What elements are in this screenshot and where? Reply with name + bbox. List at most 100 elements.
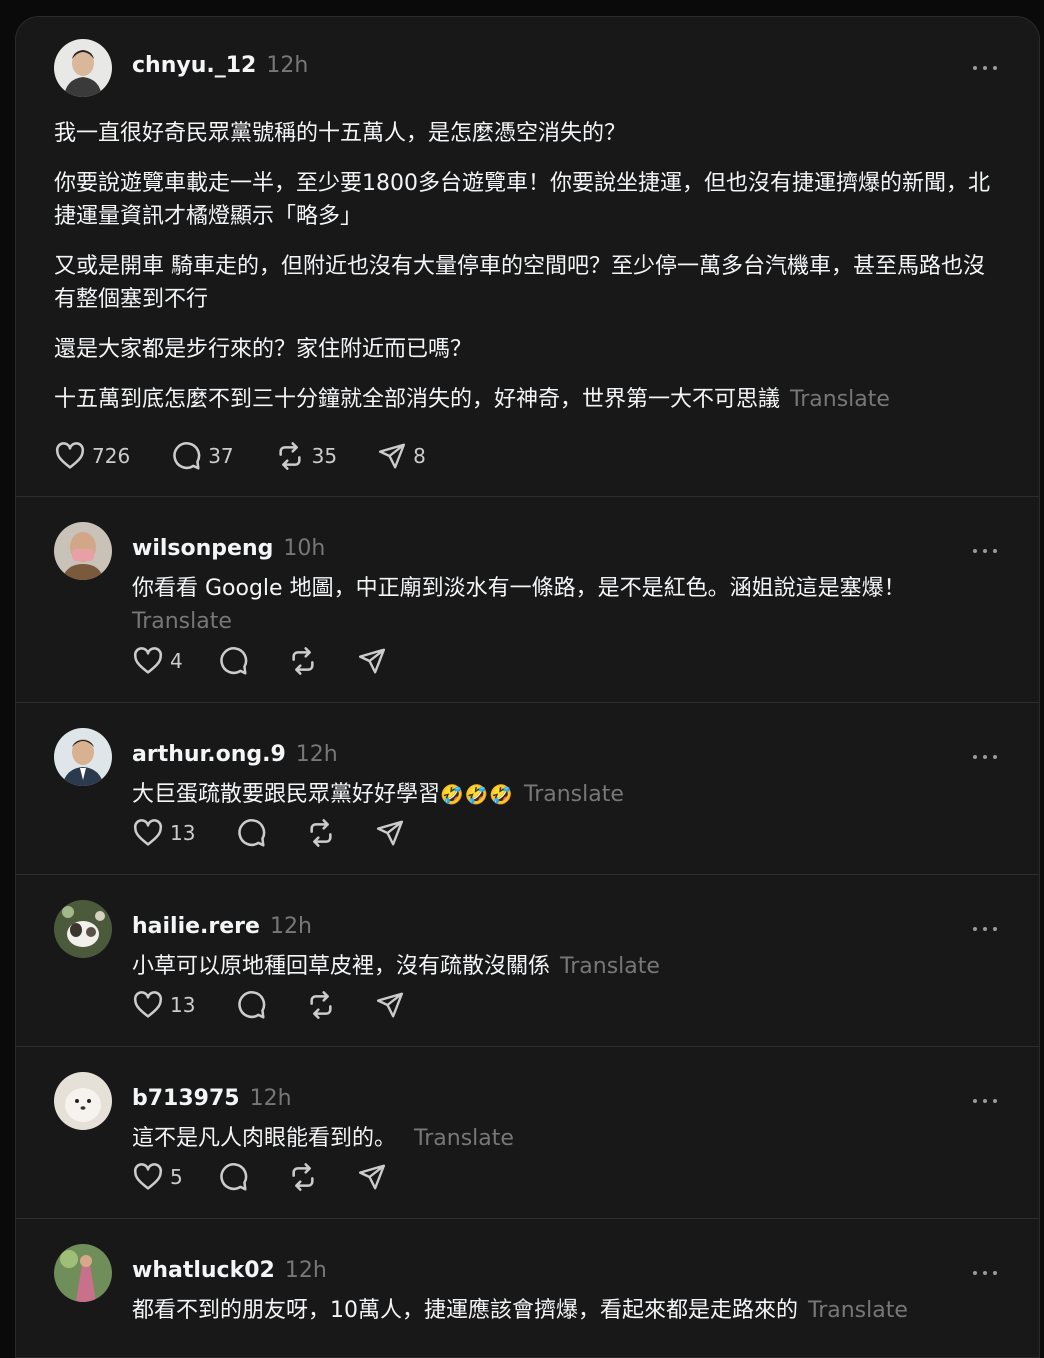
repost-icon xyxy=(305,989,337,1021)
translate-link[interactable]: Translate xyxy=(524,782,624,807)
like-count: 13 xyxy=(170,993,196,1017)
reply-icon xyxy=(217,1161,249,1193)
repost-icon xyxy=(287,1161,319,1193)
reply-button[interactable] xyxy=(235,817,267,849)
post-body: 都看不到的朋友呀，10萬人，捷運應該會擠爆，看起來都是走路來的 Translate xyxy=(132,1298,908,1323)
emoji: 🤣🤣🤣 xyxy=(440,784,514,806)
main-post: chnyu._12 12h 我一直很好奇民眾黨號稱的十五萬人，是怎麼憑空消失的？ … xyxy=(16,17,1039,497)
action-bar: 13 xyxy=(132,988,445,1022)
username[interactable]: whatluck02 12h xyxy=(132,1258,327,1283)
translate-link[interactable]: Translate xyxy=(560,954,660,979)
translate-link[interactable]: Translate xyxy=(808,1298,908,1323)
reply-icon xyxy=(170,440,202,472)
reply-post: b713975 12h 這不是凡人肉眼能看到的。 Translate 5 xyxy=(16,1046,1039,1219)
username[interactable]: b713975 12h xyxy=(132,1086,292,1111)
username[interactable]: wilsonpeng 10h xyxy=(132,536,325,561)
post-time: 12h xyxy=(284,1258,327,1283)
username[interactable]: hailie.rere 12h xyxy=(132,914,312,939)
reply-post: whatluck02 12h 都看不到的朋友呀，10萬人，捷運應該會擠爆，看起來都… xyxy=(16,1218,1039,1357)
post-body: 小草可以原地種回草皮裡，沒有疏散沒關係 Translate xyxy=(132,954,660,979)
reply-button[interactable] xyxy=(217,1161,249,1193)
post-time: 12h xyxy=(295,742,338,767)
share-button[interactable]: 8 xyxy=(377,441,426,471)
reply-post: arthur.ong.9 12h 大巨蛋疏散要跟民眾黨好好學習🤣🤣🤣 Transla… xyxy=(16,702,1039,875)
post-time: 10h xyxy=(283,536,326,561)
more-icon[interactable] xyxy=(973,926,997,932)
share-icon xyxy=(375,818,405,848)
heart-icon xyxy=(132,817,164,849)
post-paragraph: 十五萬到底怎麼不到三十分鐘就全部消失的，好神奇，世界第一大不可思議 Transla… xyxy=(54,387,890,412)
translate-link[interactable]: Translate xyxy=(790,387,890,412)
share-button[interactable] xyxy=(357,1162,387,1192)
like-button[interactable]: 5 xyxy=(132,1161,183,1193)
reply-count: 37 xyxy=(208,444,234,468)
post-paragraph: 又或是開車 騎車走的，但附近也沒有大量停車的空間吧？至少停一萬多台汽機車，甚至馬… xyxy=(54,254,985,312)
post-body: 我一直很好奇民眾黨號稱的十五萬人，是怎麼憑空消失的？ 你要說遊覽車載走一半，至少… xyxy=(54,117,1004,433)
reply-post: wilsonpeng 10h 你看看 Google 地圖，中正廟到淡水有一條路，是… xyxy=(16,496,1039,703)
reply-post: hailie.rere 12h 小草可以原地種回草皮裡，沒有疏散沒關係 Transl… xyxy=(16,874,1039,1047)
more-icon[interactable] xyxy=(973,65,997,71)
post-time: 12h xyxy=(249,1086,292,1111)
share-button[interactable] xyxy=(357,646,387,676)
translate-link[interactable]: Translate xyxy=(414,1126,514,1151)
repost-icon xyxy=(287,645,319,677)
reply-icon xyxy=(235,817,267,849)
post-time: 12h xyxy=(269,914,312,939)
share-icon xyxy=(377,441,407,471)
like-button[interactable]: 726 xyxy=(54,440,130,472)
heart-icon xyxy=(132,989,164,1021)
repost-icon xyxy=(305,817,337,849)
avatar[interactable] xyxy=(54,522,112,580)
like-count: 5 xyxy=(170,1165,183,1189)
reply-button[interactable] xyxy=(217,645,249,677)
post-body: 大巨蛋疏散要跟民眾黨好好學習🤣🤣🤣 Translate xyxy=(132,782,624,807)
post-paragraph: 還是大家都是步行來的？家住附近而已嗎？ xyxy=(54,337,473,362)
repost-button[interactable] xyxy=(305,817,337,849)
like-button[interactable]: 4 xyxy=(132,645,183,677)
avatar[interactable] xyxy=(54,900,112,958)
repost-button[interactable] xyxy=(287,1161,319,1193)
reply-button[interactable] xyxy=(235,989,267,1021)
reply-button[interactable]: 37 xyxy=(170,440,234,472)
post-paragraph: 你要說遊覽車載走一半，至少要1800多台遊覽車！你要說坐捷運，但也沒有捷運擠爆的… xyxy=(54,171,990,229)
share-icon xyxy=(357,1162,387,1192)
post-body: 這不是凡人肉眼能看到的。 Translate xyxy=(132,1126,514,1151)
avatar[interactable] xyxy=(54,39,112,97)
share-button[interactable] xyxy=(375,818,405,848)
more-icon[interactable] xyxy=(973,1098,997,1104)
action-bar: 726 37 35 8 xyxy=(54,439,466,473)
share-icon xyxy=(357,646,387,676)
reply-icon xyxy=(235,989,267,1021)
username[interactable]: arthur.ong.9 12h xyxy=(132,742,338,767)
thread-feed: chnyu._12 12h 我一直很好奇民眾黨號稱的十五萬人，是怎麼憑空消失的？ … xyxy=(15,16,1040,1358)
repost-button[interactable] xyxy=(287,645,319,677)
repost-button[interactable] xyxy=(305,989,337,1021)
like-count: 13 xyxy=(170,821,196,845)
like-button[interactable]: 13 xyxy=(132,817,195,849)
heart-icon xyxy=(132,1161,164,1193)
repost-count: 35 xyxy=(311,444,338,468)
share-icon xyxy=(375,990,405,1020)
like-button[interactable]: 13 xyxy=(132,989,195,1021)
post-paragraph: 我一直很好奇民眾黨號稱的十五萬人，是怎麼憑空消失的？ xyxy=(54,121,627,146)
post-time: 12h xyxy=(266,53,309,78)
avatar[interactable] xyxy=(54,1244,112,1302)
avatar[interactable] xyxy=(54,1072,112,1130)
reply-icon xyxy=(217,645,249,677)
translate-link[interactable]: Translate xyxy=(132,609,232,634)
share-button[interactable] xyxy=(375,990,405,1020)
heart-icon xyxy=(54,440,86,472)
heart-icon xyxy=(132,645,164,677)
more-icon[interactable] xyxy=(973,1270,997,1276)
action-bar: 5 xyxy=(132,1160,427,1194)
repost-button[interactable]: 35 xyxy=(274,440,337,472)
username[interactable]: chnyu._12 12h xyxy=(132,53,308,78)
more-icon[interactable] xyxy=(973,754,997,760)
like-count: 4 xyxy=(170,649,183,673)
avatar[interactable] xyxy=(54,728,112,786)
more-icon[interactable] xyxy=(973,548,997,554)
share-count: 8 xyxy=(413,444,426,468)
post-body: 你看看 Google 地圖，中正廟到淡水有一條路，是不是紅色。涵姐說這是塞爆！ T… xyxy=(132,576,906,634)
action-bar: 13 xyxy=(132,816,445,850)
action-bar: 4 xyxy=(132,644,427,678)
